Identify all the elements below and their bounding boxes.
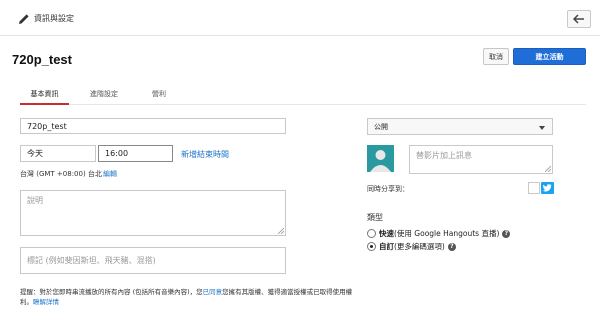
radio-custom[interactable] [367, 242, 376, 251]
type-option-quick-name: 快速 [379, 229, 394, 238]
time-input[interactable]: 16:00 [98, 145, 173, 162]
tab-bar: 基本資訊 進階設定 營利 [20, 89, 586, 105]
avatar-icon [370, 150, 391, 172]
share-message-textarea[interactable]: 替影片加上訊息 [409, 145, 553, 174]
resize-handle-icon[interactable] [278, 228, 284, 234]
type-option-custom-name: 自訂 [379, 242, 394, 251]
back-arrow-icon [573, 14, 584, 24]
top-bar: 資訊與設定 [0, 0, 600, 36]
timezone-edit-link[interactable]: 編輯 [103, 169, 117, 179]
type-option-quick-desc: (使用 Google Hangouts 直播) [394, 229, 500, 238]
twitter-share-button[interactable] [541, 182, 554, 194]
notice-agree-link[interactable]: 已同意 [203, 288, 223, 296]
type-option-quick[interactable]: 快速 (使用 Google Hangouts 直播) ? [367, 228, 511, 239]
learn-more-link[interactable]: 瞭解詳情 [33, 298, 59, 306]
share-toggle[interactable] [528, 182, 540, 194]
add-end-time-link[interactable]: 新增結束時間 [181, 149, 229, 160]
resize-handle-icon[interactable] [545, 166, 551, 172]
date-input[interactable]: 今天 [20, 145, 96, 162]
privacy-selected-value: 公開 [374, 122, 388, 131]
notice-prefix: 提醒：對於您即時串流播放的所有內容 (包括所有音樂內容)，您 [20, 288, 203, 296]
tab-basic-info[interactable]: 基本資訊 [20, 89, 69, 105]
description-placeholder: 說明 [27, 196, 43, 205]
pencil-icon [19, 14, 29, 24]
cancel-button[interactable]: 取消 [483, 48, 509, 65]
dropdown-caret-icon [539, 126, 545, 130]
help-icon[interactable]: ? [447, 242, 456, 251]
share-message-placeholder: 替影片加上訊息 [416, 151, 472, 160]
create-event-button[interactable]: 建立活動 [513, 48, 586, 65]
twitter-icon [543, 184, 552, 192]
timezone-label: 台灣 (GMT +08:00) 台北 [20, 170, 102, 178]
avatar [367, 145, 394, 172]
type-option-custom-desc: (更多編碼選項) [394, 242, 445, 251]
type-option-custom[interactable]: 自訂 (更多編碼選項) ? [367, 241, 456, 252]
tab-advanced-settings[interactable]: 進階設定 [74, 89, 134, 105]
page-title: 720p_test [12, 52, 72, 67]
title-input[interactable]: 720p_test [20, 118, 286, 134]
description-textarea[interactable]: 說明 [20, 190, 286, 236]
copyright-notice: 提醒：對於您即時串流播放的所有內容 (包括所有音樂內容)，您已同意您擁有其版權、… [20, 287, 360, 307]
back-button[interactable] [567, 10, 591, 28]
help-icon[interactable]: ? [502, 229, 511, 238]
tags-input[interactable]: 標記 (例如斐因斯坦、飛天豬、混搭) [20, 247, 286, 274]
radio-quick[interactable] [367, 229, 376, 238]
privacy-select[interactable]: 公開 [367, 118, 553, 135]
topbar-title: 資訊與設定 [34, 14, 74, 23]
type-heading: 類型 [367, 213, 383, 222]
share-to-label: 同時分享到： [367, 185, 409, 193]
tab-monetization[interactable]: 營利 [141, 89, 177, 105]
